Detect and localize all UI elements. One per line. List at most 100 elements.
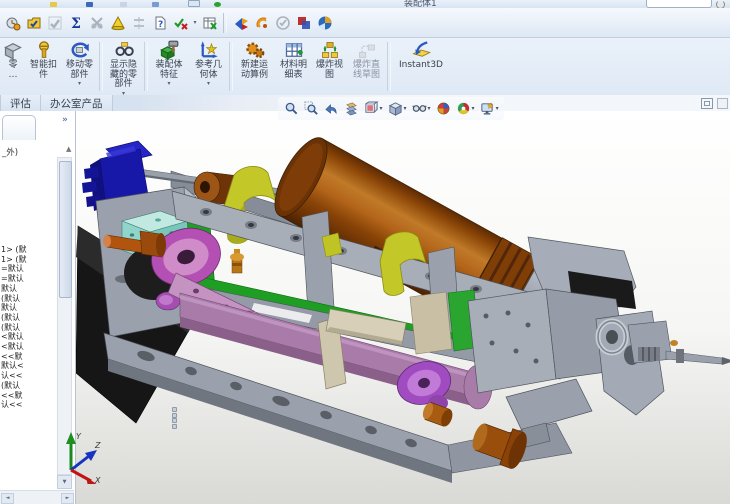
tree-item[interactable]: (默认 — [1, 294, 57, 304]
reference-geometry-icon — [199, 40, 219, 60]
ribbon-button-smart-fasteners[interactable]: 智能扣件 — [26, 38, 61, 95]
design-table-icon[interactable] — [199, 12, 220, 34]
print-icon[interactable] — [120, 2, 127, 7]
check-document-icon[interactable]: ? — [149, 12, 170, 34]
ribbon-button-instant3d[interactable]: Instant3D — [392, 38, 450, 95]
axis-z-label: Z — [94, 441, 101, 450]
scrollbar-thumb[interactable] — [59, 161, 72, 298]
view-settings-icon[interactable]: ▾ — [477, 99, 501, 118]
document-restore-icon[interactable] — [701, 98, 713, 109]
tree-item[interactable]: =默认 — [1, 274, 57, 284]
dropdown-caret-icon[interactable]: ▾ — [78, 80, 81, 87]
tree-item[interactable]: 1> (默 — [1, 245, 57, 255]
ribbon-button-new-motion-study[interactable]: 新建运 动算例 — [234, 38, 275, 95]
tools-toolbar: Σ? ▾ — [0, 8, 730, 38]
apply-scene-icon[interactable]: ▾ — [453, 99, 477, 118]
tree-item[interactable]: 认<< — [1, 371, 57, 381]
expand-panel-chevron[interactable]: » — [62, 115, 68, 125]
tree-item[interactable]: 默认 — [1, 284, 57, 294]
scroll-right-button[interactable]: ► — [61, 493, 74, 504]
tree-item[interactable]: 1> (默 — [1, 255, 57, 265]
rebuild-icon[interactable] — [214, 2, 221, 7]
tree-item[interactable]: (默认 — [1, 313, 57, 323]
undo-icon[interactable] — [152, 2, 159, 7]
brass-fitting-part — [230, 249, 244, 274]
toolbar-separator — [223, 12, 227, 33]
tree-item[interactable]: 认<< — [1, 400, 57, 410]
edrawings-icon[interactable] — [314, 12, 335, 34]
dropdown-caret-icon: ▾ — [495, 105, 499, 112]
ribbon-button-insert-component-partial[interactable]: 零… — [0, 38, 26, 95]
assembly-root-node[interactable]: _外) — [2, 146, 18, 158]
show-hidden-components-icon — [114, 40, 134, 60]
symmetry-inactive-icon[interactable] — [128, 12, 149, 34]
axis-x-label: X — [94, 476, 101, 484]
ribbon-button-exploded-view[interactable]: 爆炸视图 — [312, 38, 347, 95]
move-component-icon — [70, 40, 90, 60]
tree-item[interactable]: 默认< — [1, 361, 57, 371]
ribbon-button-explode-line-sketch[interactable]: 爆炸直 线草图 — [347, 38, 386, 95]
tree-item[interactable]: <默认 — [1, 342, 57, 352]
exploded-view-icon — [320, 40, 340, 60]
schedule-check-icon[interactable] — [2, 12, 23, 34]
feature-manager-tab[interactable] — [2, 115, 36, 140]
smart-fasteners-icon — [34, 40, 54, 60]
tree-item[interactable]: <<默 — [1, 352, 57, 362]
section-view-icon[interactable] — [341, 99, 361, 118]
edit-appearance-icon[interactable] — [433, 99, 453, 118]
equations-icon[interactable]: Σ — [65, 12, 86, 34]
tree-horizontal-scrollbar[interactable]: ◄ ► — [0, 490, 74, 504]
new-motion-study-icon — [245, 40, 265, 60]
instant3d-icon — [411, 40, 431, 60]
assembly-3d-model — [76, 137, 730, 483]
ribbon-group-separator — [387, 42, 391, 91]
brown-pin-part — [422, 402, 453, 427]
design-checker-icon[interactable] — [23, 12, 44, 34]
graphics-area[interactable] — [76, 111, 730, 504]
check-inactive-icon[interactable] — [44, 12, 65, 34]
tree-item[interactable]: (默认 — [1, 381, 57, 391]
tab-evaluate[interactable]: 评估 — [0, 95, 41, 111]
circle-check-inactive-icon[interactable] — [272, 12, 293, 34]
select-tool-pressed[interactable] — [188, 0, 200, 7]
dropdown-caret-icon[interactable]: ▾ — [191, 19, 199, 26]
hide-show-items-icon[interactable]: ▾ — [409, 99, 433, 118]
viewport-splitter-handle[interactable] — [172, 407, 177, 429]
open-icon[interactable] — [50, 2, 57, 7]
ribbon-group-separator — [99, 42, 103, 91]
ribbon-button-show-hidden-components[interactable]: 显示隐 藏的零 部件 ▾ — [104, 38, 143, 97]
explode-line-sketch-icon — [357, 40, 377, 60]
search-input[interactable] — [646, 0, 712, 8]
dropdown-caret-icon: ▾ — [471, 105, 475, 112]
tree-item[interactable]: =默认 — [1, 264, 57, 274]
scroll-left-button[interactable]: ◄ — [1, 493, 14, 504]
previous-view-icon[interactable] — [321, 99, 341, 118]
zoom-area-icon[interactable] — [301, 99, 321, 118]
display-style-icon[interactable]: ▾ — [385, 99, 409, 118]
document-close-icon[interactable] — [717, 98, 728, 109]
collapse-arrow-icon[interactable]: ▲ — [66, 145, 71, 153]
ribbon-button-reference-geometry[interactable]: 参考几 何体 ▾ — [189, 38, 228, 95]
ribbon-button-bill-of-materials[interactable]: 材料明 细表 — [275, 38, 312, 95]
draft-analysis-icon[interactable] — [107, 12, 128, 34]
ribbon-button-move-component[interactable]: 移动零 部件 ▾ — [61, 38, 98, 95]
save-icon[interactable] — [86, 2, 93, 7]
verification-icon[interactable] — [170, 12, 191, 34]
dropdown-caret-icon[interactable]: ▾ — [207, 80, 210, 87]
zoom-fit-icon[interactable] — [281, 99, 301, 118]
tree-item[interactable]: <<默 — [1, 391, 57, 401]
svg-text:?: ? — [158, 20, 163, 30]
compare-icon[interactable] — [293, 12, 314, 34]
tree-item[interactable]: <默认 — [1, 332, 57, 342]
measure-inactive-icon[interactable] — [86, 12, 107, 34]
svg-text:Σ: Σ — [71, 16, 81, 31]
ribbon-button-assembly-features[interactable]: 装配体 特征 ▾ — [149, 38, 189, 95]
view-orientation-icon[interactable]: ▾ — [361, 99, 385, 118]
tree-item[interactable]: (默认 — [1, 323, 57, 333]
dropdown-caret-icon: ▾ — [379, 105, 383, 112]
tree-item[interactable]: 默认 — [1, 303, 57, 313]
presentation-icon[interactable] — [230, 12, 251, 34]
dropdown-caret-icon[interactable]: ▾ — [167, 80, 170, 87]
photoview-icon[interactable] — [251, 12, 272, 34]
tab-office-products[interactable]: 办公室产品 — [41, 95, 113, 111]
